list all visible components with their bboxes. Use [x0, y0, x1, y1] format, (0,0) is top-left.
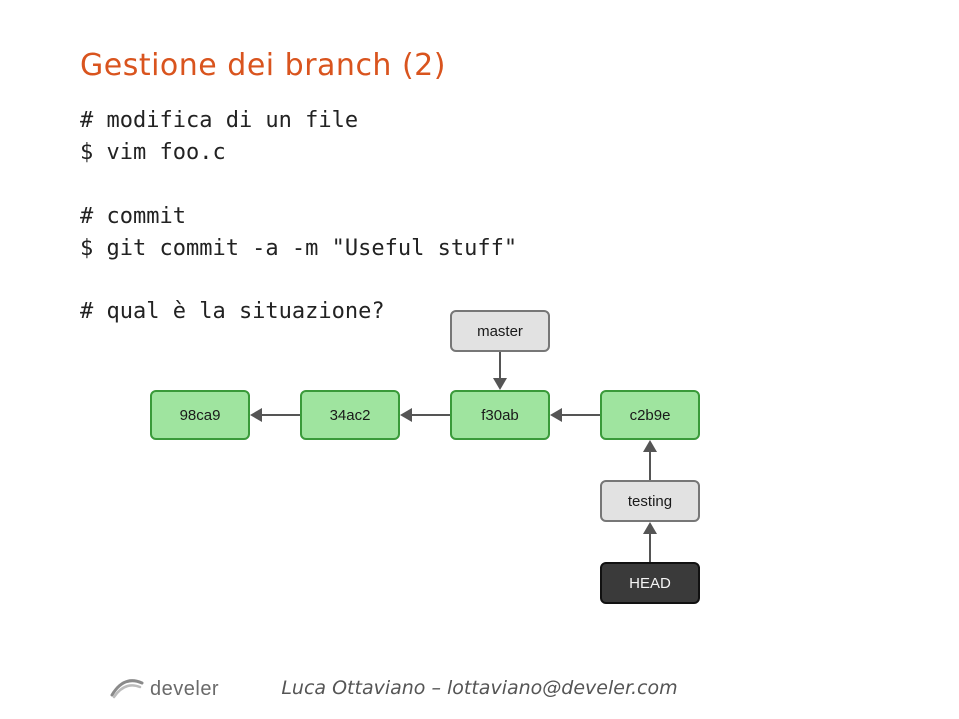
code-line: $ vim foo.c: [80, 140, 226, 165]
slide: Gestione dei branch (2) # modifica di un…: [0, 0, 959, 719]
develer-logo: develer: [110, 673, 219, 701]
commit-node: 98ca9: [150, 390, 250, 440]
code-line: # commit: [80, 204, 186, 229]
commit-node: c2b9e: [600, 390, 700, 440]
code-line: # modifica di un file: [80, 108, 358, 133]
code-block: # modifica di un file $ vim foo.c # comm…: [80, 105, 899, 328]
branch-master: master: [450, 310, 550, 352]
code-line: $ git commit -a -m "Useful stuff": [80, 236, 517, 261]
commit-node: f30ab: [450, 390, 550, 440]
logo-swoosh-icon: [110, 673, 144, 701]
git-diagram: 98ca9 34ac2 f30ab c2b9e master testing H…: [150, 310, 810, 610]
branch-testing: testing: [600, 480, 700, 522]
commit-node: 34ac2: [300, 390, 400, 440]
logo-text: develer: [150, 678, 219, 701]
slide-title: Gestione dei branch (2): [80, 48, 899, 83]
head-node: HEAD: [600, 562, 700, 604]
